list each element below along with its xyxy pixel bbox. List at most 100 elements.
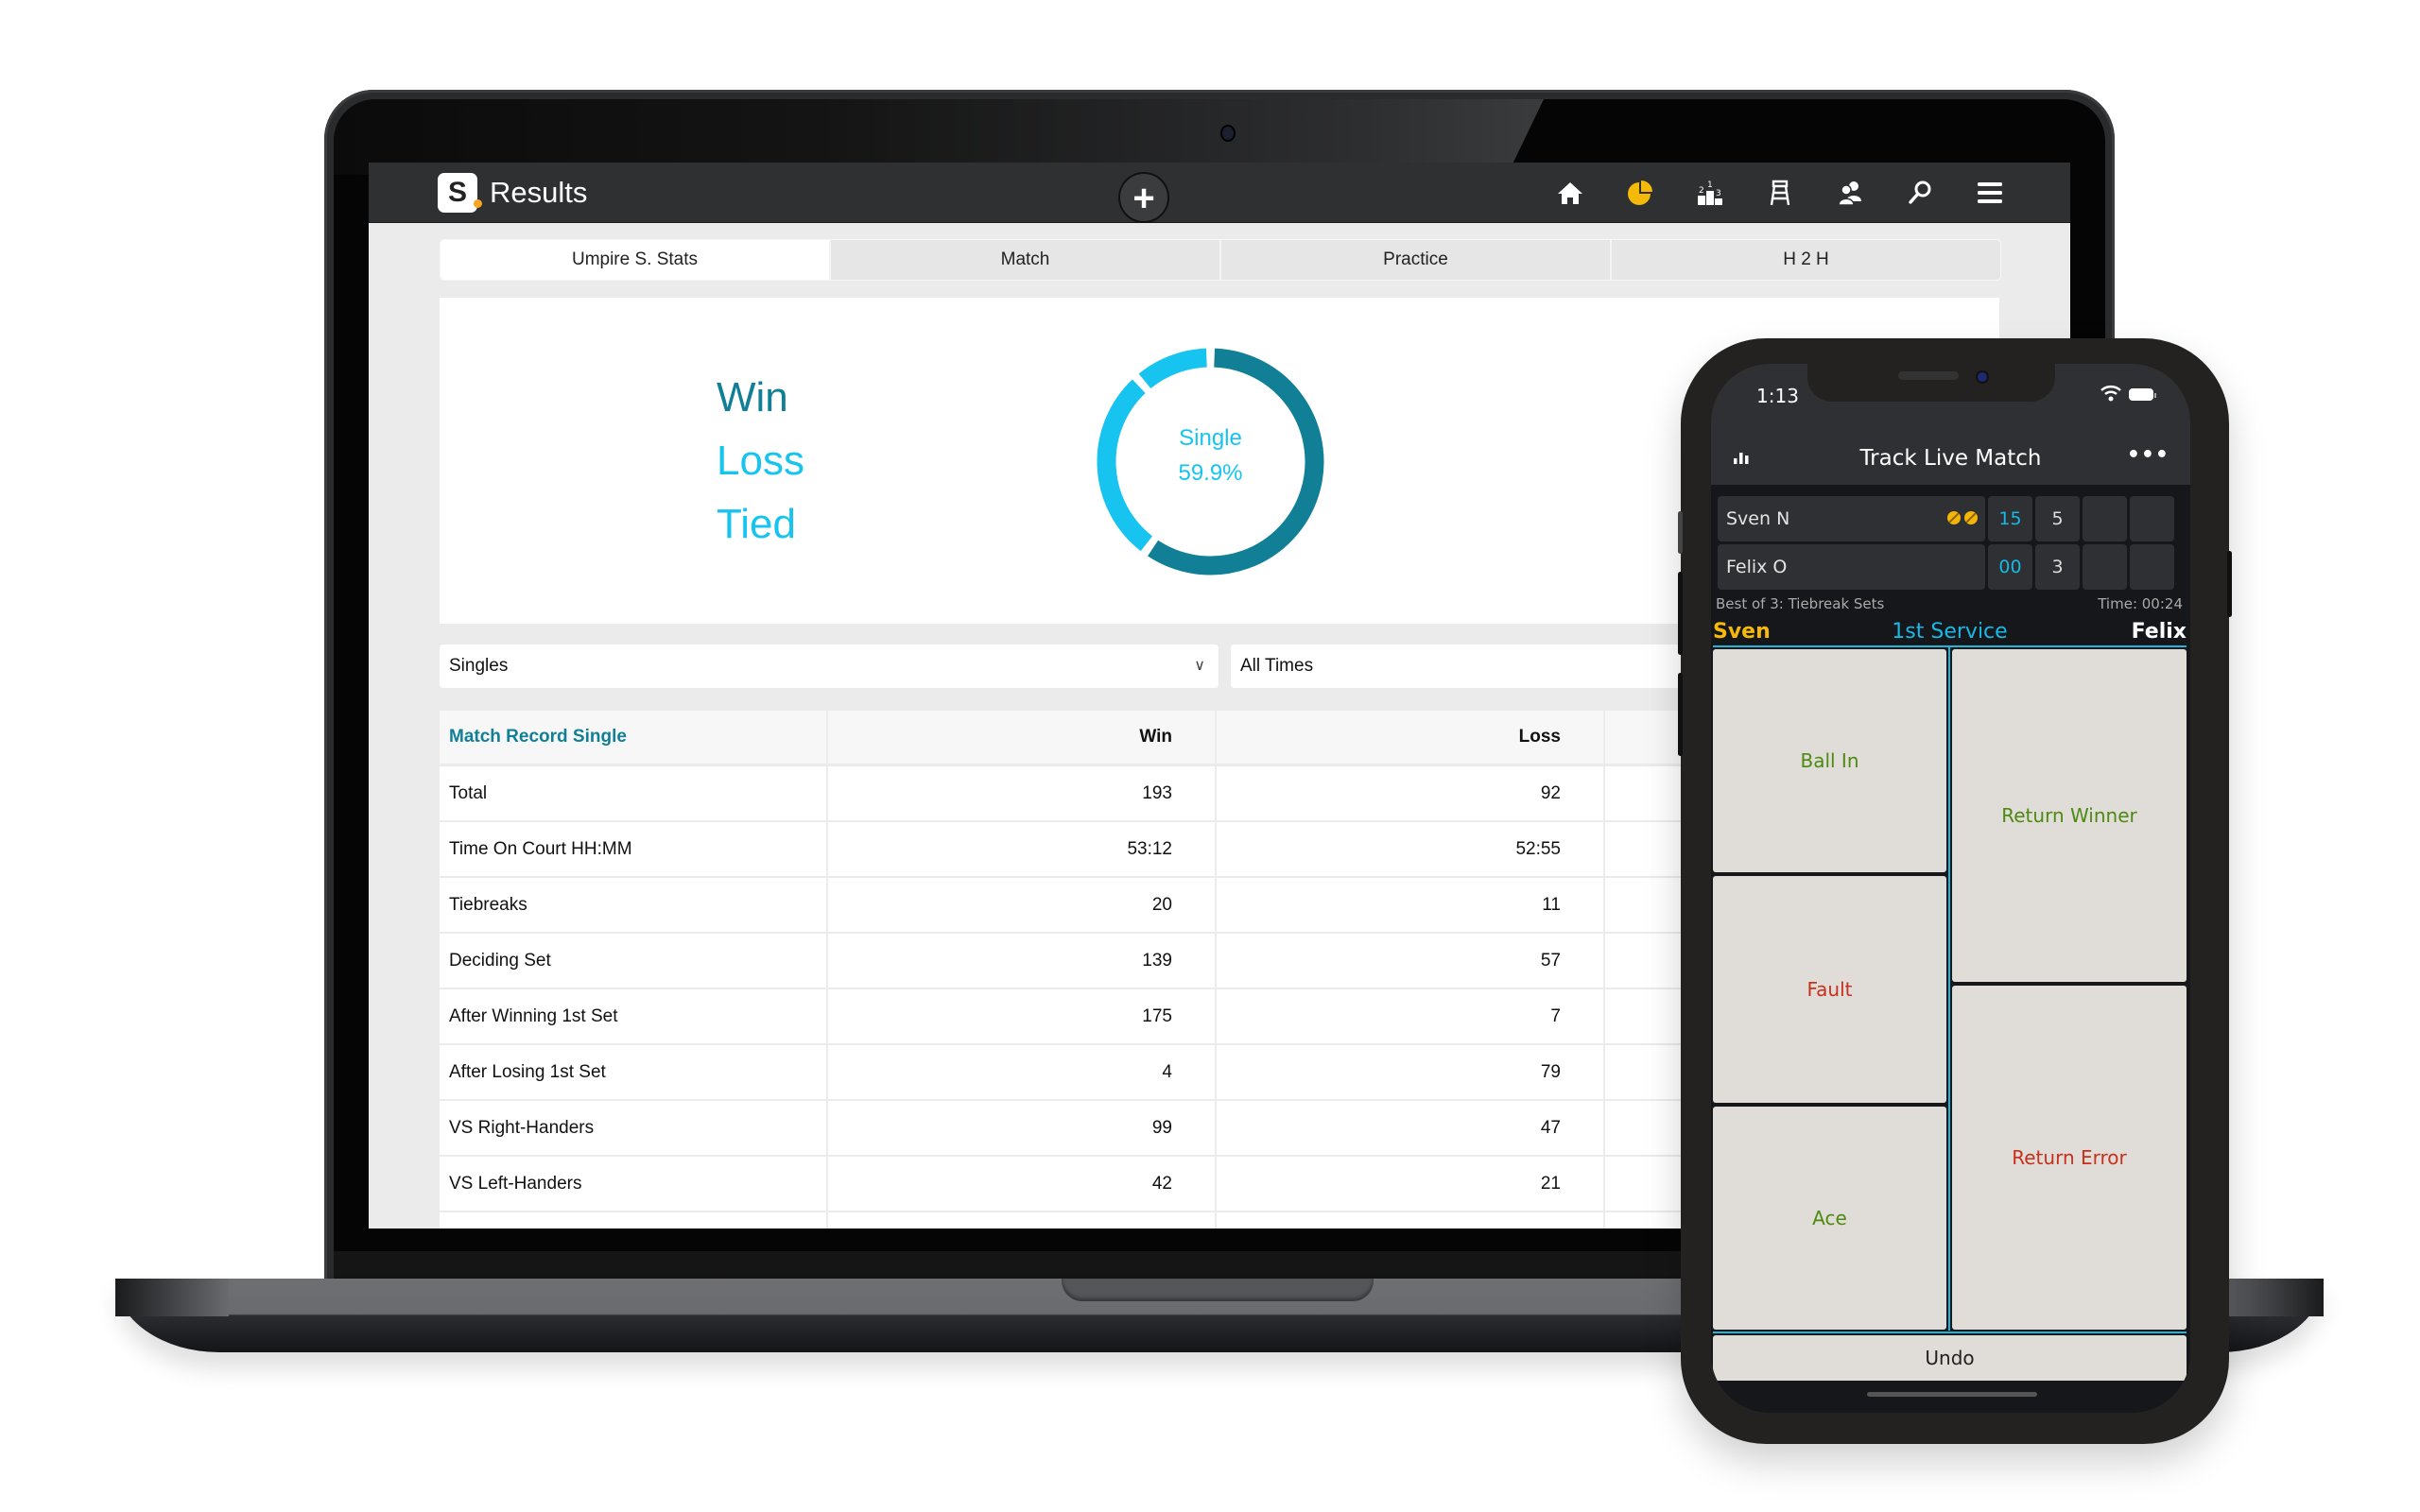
phone: 1:13 Track Live Match ••• Sven N 15 5 Fe…: [1678, 338, 2232, 1444]
status-time: 1:13: [1756, 385, 1799, 407]
phone-power-button: [2227, 551, 2232, 617]
match-type-value: Singles: [449, 656, 509, 676]
phone-volume-down: [1678, 673, 1683, 756]
row-value: [1217, 1212, 1605, 1228]
app-header: S Results + 213: [369, 163, 2070, 223]
row-label: After Losing 1st Set: [440, 1045, 828, 1099]
row-value: 42: [828, 1157, 1217, 1211]
row-value: 21: [1217, 1157, 1605, 1211]
page-title: Results: [490, 176, 588, 209]
row-value: 79: [1217, 1045, 1605, 1099]
row-label: Total: [440, 766, 828, 820]
divider: [1948, 647, 1950, 1331]
match-time: Time: 00:24: [2098, 595, 2183, 612]
tennis-ball-icon: [1947, 511, 1961, 524]
row-value: 7: [1217, 989, 1605, 1043]
tab-h2h[interactable]: H 2 H: [1610, 240, 2000, 280]
undo-button[interactable]: Undo: [1713, 1335, 2187, 1381]
front-camera: [1976, 370, 1989, 384]
scoreboard: Sven N 15 5 Felix O 00 3: [1718, 496, 2185, 593]
phone-volume-up: [1678, 572, 1683, 655]
add-button[interactable]: +: [1118, 172, 1169, 223]
phone-title: Track Live Match: [1859, 446, 2042, 471]
match-format: Best of 3: Tiebreak Sets: [1716, 595, 1885, 612]
search-icon[interactable]: [1906, 179, 1934, 207]
phone-silent-switch: [1678, 511, 1683, 554]
match-type-dropdown[interactable]: Singles ∨: [440, 644, 1219, 688]
donut-slice-tied: [1138, 348, 1208, 389]
receiver-name: Felix: [2131, 620, 2187, 644]
row-label: Deciding Set: [440, 934, 828, 988]
svg-text:3: 3: [1716, 189, 1721, 198]
ranking-icon[interactable]: 213: [1696, 179, 1724, 207]
tab-match[interactable]: Match: [829, 240, 1219, 280]
header-cell[interactable]: Loss: [1217, 711, 1605, 764]
player-name-cell: Felix O: [1718, 544, 1985, 590]
home-indicator[interactable]: [1867, 1392, 2037, 1397]
row-value: 4: [828, 1045, 1217, 1099]
player-name: Sven N: [1726, 508, 1790, 529]
menu-icon[interactable]: [1976, 179, 2004, 207]
logo-letter: S: [447, 177, 467, 208]
player-name: Felix O: [1726, 557, 1788, 577]
more-options-icon[interactable]: •••: [2127, 445, 2169, 466]
phone-notch: [1807, 364, 2055, 402]
match-info: Best of 3: Tiebreak Sets Time: 00:24: [1716, 595, 2183, 612]
logo-ball-icon: [474, 199, 482, 208]
row-value: 57: [1217, 934, 1605, 988]
set-score: [2083, 544, 2127, 590]
row-value: 175: [828, 989, 1217, 1043]
app-logo[interactable]: S: [438, 173, 482, 213]
return-error-button[interactable]: Return Error: [1952, 986, 2187, 1330]
row-value: 20: [828, 878, 1217, 932]
phone-screen: 1:13 Track Live Match ••• Sven N 15 5 Fe…: [1711, 364, 2190, 1413]
summary-labels: Win Loss Tied: [717, 366, 804, 556]
return-winner-button[interactable]: Return Winner: [1952, 649, 2187, 982]
score-row: Felix O 00 3: [1718, 544, 2185, 590]
ace-button[interactable]: Ace: [1713, 1107, 1946, 1330]
row-label: Tiebreaks: [440, 878, 828, 932]
ball-in-button[interactable]: Ball In: [1713, 649, 1946, 872]
tab-umpire-stats[interactable]: Umpire S. Stats: [441, 240, 829, 280]
donut-title: Single: [1179, 425, 1242, 451]
row-value: 99: [828, 1101, 1217, 1155]
row-value: 139: [828, 934, 1217, 988]
time-range-value: All Times: [1240, 656, 1314, 676]
row-value: 52:55: [1217, 822, 1605, 876]
donut-percent: 59.9%: [1178, 460, 1243, 486]
game-score: 15: [1988, 496, 2032, 541]
row-label: After Winning 1st Set: [440, 989, 828, 1043]
tab-practice[interactable]: Practice: [1219, 240, 1610, 280]
players-icon[interactable]: [1836, 179, 1864, 207]
row-label: VS Left-Handers: [440, 1157, 828, 1211]
row-value: 53:12: [828, 822, 1217, 876]
donut-center-label: Single 59.9%: [1095, 421, 1326, 490]
header-nav: 213: [1556, 163, 2004, 222]
phone-app-bar: Track Live Match •••: [1711, 432, 2190, 485]
set-score: [2083, 496, 2127, 541]
webcam: [1222, 127, 1234, 140]
tennis-ball-icon: [1964, 511, 1978, 524]
divider: [1713, 1332, 2187, 1333]
chevron-down-icon: ∨: [1194, 658, 1205, 674]
player-name-cell: Sven N: [1718, 496, 1985, 541]
service-label: 1st Service: [1892, 620, 2008, 644]
set-score: 5: [2035, 496, 2080, 541]
laptop-hinge-notch: [1062, 1279, 1374, 1301]
phone-speaker: [1898, 371, 1959, 380]
header-cell[interactable]: Match Record Single: [440, 711, 828, 764]
set-score: [2130, 496, 2174, 541]
set-score: [2130, 544, 2174, 590]
stats-tabs: Umpire S. Stats Match Practice H 2 H: [440, 239, 2001, 281]
pie-chart-icon[interactable]: [1626, 179, 1654, 207]
svg-text:2: 2: [1699, 186, 1704, 196]
serving-balls: [1947, 511, 1978, 524]
win-label: Win: [717, 374, 788, 421]
fault-button[interactable]: Fault: [1713, 876, 1946, 1103]
home-icon[interactable]: [1556, 179, 1584, 207]
header-cell[interactable]: Win: [828, 711, 1217, 764]
row-label: [440, 1212, 828, 1228]
game-score: 00: [1988, 544, 2032, 590]
umpire-chair-icon[interactable]: [1766, 179, 1794, 207]
service-bar: Sven 1st Service Felix: [1713, 619, 2187, 647]
